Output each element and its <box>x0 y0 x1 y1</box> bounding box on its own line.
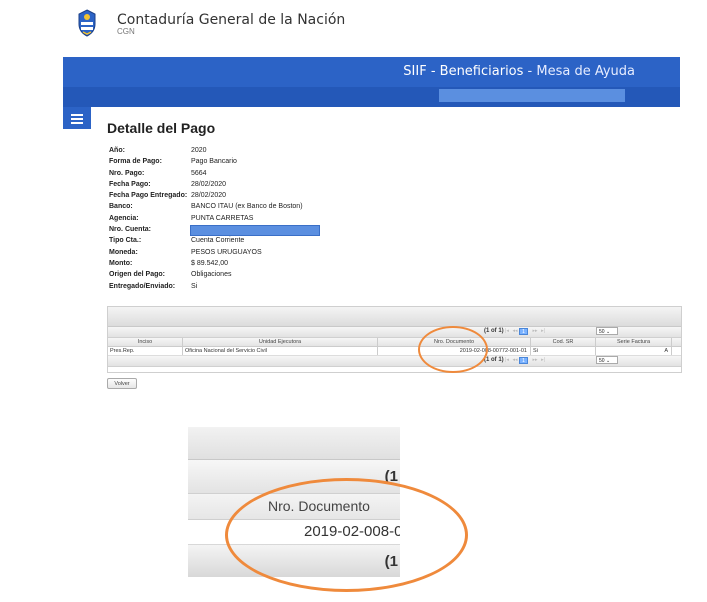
detail-label: Nro. Pago: <box>109 169 145 177</box>
top-nav-bar: SIIF - Beneficiarios - Mesa de Ayuda <box>63 57 680 87</box>
detail-label: Fecha Pago Entregado: <box>109 192 188 200</box>
detail-label: Monto: <box>109 259 133 267</box>
detail-label: Nro. Cuenta: <box>109 226 151 234</box>
redacted-user-info <box>439 89 625 102</box>
detail-label: Origen del Pago: <box>109 271 166 279</box>
org-name: Contaduría General de la Nación <box>117 12 346 28</box>
paginator-text: (1 of 1) <box>484 357 504 363</box>
app-title-main: SIIF - Beneficiarios <box>403 64 524 79</box>
org-short-name: CGN <box>117 27 135 36</box>
table-cell: Oficina Nacional del Servicio Civil <box>183 347 378 355</box>
volver-button[interactable]: Volver <box>107 378 137 389</box>
highlight-circle <box>418 326 488 373</box>
detail-value: 28/02/2020 <box>191 192 227 200</box>
app-title: SIIF - Beneficiarios - Mesa de Ayuda <box>403 64 635 79</box>
detail-value: 5664 <box>191 169 207 177</box>
column-header[interactable]: Inciso <box>108 338 183 346</box>
detail-value: PUNTA CARRETAS <box>191 214 254 222</box>
rows-per-page-select[interactable]: 50 ⌄ <box>596 356 618 364</box>
last-page-icon[interactable]: ▸| <box>539 328 547 335</box>
detail-value: Cuenta Corriente <box>191 237 245 245</box>
page-number-button[interactable]: 1 <box>519 328 528 335</box>
first-page-icon[interactable]: |◂ <box>503 357 511 364</box>
prev-page-icon[interactable]: ◂◂ <box>511 328 519 335</box>
next-page-icon[interactable]: ▸▸ <box>531 357 539 364</box>
panel-header <box>108 307 681 327</box>
hamburger-icon-line <box>71 114 83 116</box>
menu-toggle-button[interactable] <box>63 107 91 129</box>
app-title-sub: - Mesa de Ayuda <box>523 64 635 79</box>
rows-per-page-select[interactable]: 50 ⌄ <box>596 327 618 335</box>
rows-per-page-value: 50 <box>599 329 605 335</box>
detail-label: Entregado/Enviado: <box>109 282 176 290</box>
detail-value: BANCO ITAU (ex Banco de Boston) <box>191 203 303 211</box>
table-row[interactable]: Pres.Rep. Oficina Nacional del Servicio … <box>108 347 681 356</box>
column-header[interactable]: Cod. SR <box>531 338 596 346</box>
column-header[interactable]: Serie Factura <box>596 338 672 346</box>
detail-value: Pago Bancario <box>191 158 237 166</box>
detail-label: Forma de Pago: <box>109 158 162 166</box>
hamburger-icon-line <box>71 118 83 120</box>
next-page-icon[interactable]: ▸▸ <box>531 328 539 335</box>
detail-value: 28/02/2020 <box>191 180 227 188</box>
paginator-text: (1 of 1) <box>484 328 504 334</box>
documents-table-panel: (1 of 1) |◂ ◂◂ 1 ▸▸ ▸| 50 ⌄ Inciso Unida… <box>107 306 682 373</box>
detail-value: Si <box>191 282 198 290</box>
page-title: Detalle del Pago <box>107 120 216 136</box>
page-number-button[interactable]: 1 <box>519 357 528 364</box>
table-cell: A <box>596 347 672 355</box>
table-cell: Pres.Rep. <box>108 347 183 355</box>
detail-label: Fecha Pago: <box>109 180 151 188</box>
first-page-icon[interactable]: |◂ <box>503 328 511 335</box>
detail-label: Año: <box>109 147 125 154</box>
detail-value: PESOS URUGUAYOS <box>191 248 262 256</box>
paginator-bottom: (1 of 1) |◂ ◂◂ 1 ▸▸ ▸| 50 ⌄ <box>108 356 681 367</box>
hamburger-icon-line <box>71 122 83 124</box>
user-info-bar <box>63 87 680 107</box>
paginator-top: (1 of 1) |◂ ◂◂ 1 ▸▸ ▸| 50 ⌄ <box>108 327 681 338</box>
highlight-circle-large <box>225 478 468 592</box>
column-header[interactable]: Unidad Ejecutora <box>183 338 378 346</box>
cgn-logo <box>77 9 97 37</box>
last-page-icon[interactable]: ▸| <box>539 357 547 364</box>
detail-value: 2020 <box>191 147 207 154</box>
detail-value: $ 89.542,00 <box>191 259 228 267</box>
zoom-panel-header <box>188 427 400 460</box>
detail-label: Agencia: <box>109 214 139 222</box>
prev-page-icon[interactable]: ◂◂ <box>511 357 519 364</box>
detail-label: Tipo Cta.: <box>109 237 142 245</box>
table-cell: Si <box>531 347 596 355</box>
rows-per-page-value: 50 <box>599 358 605 364</box>
detail-label: Banco: <box>109 203 133 211</box>
detail-label: Moneda: <box>109 248 138 256</box>
detail-value: Obligaciones <box>191 271 232 279</box>
table-header-row: Inciso Unidad Ejecutora Nro. Documento C… <box>108 338 681 347</box>
